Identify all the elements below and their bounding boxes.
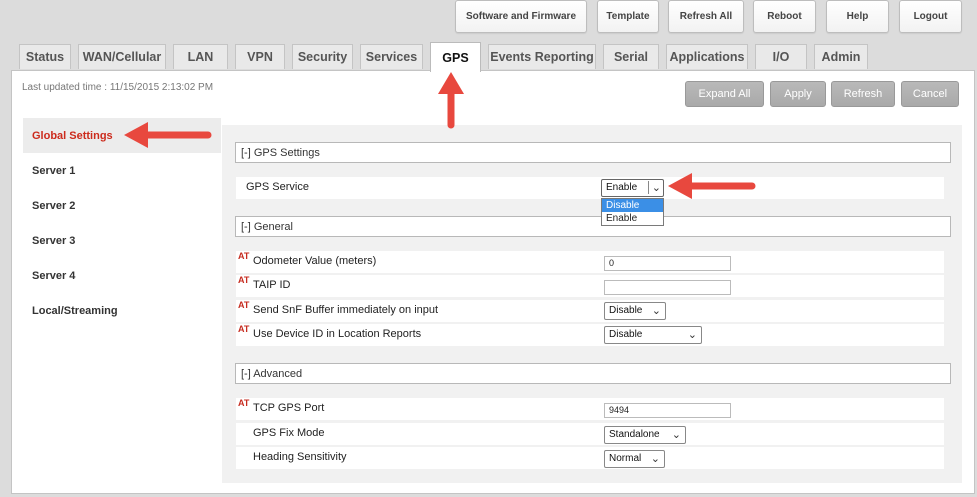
snf-buffer-label: Send SnF Buffer immediately on input [253,304,439,316]
fix-mode-label: GPS Fix Mode [253,427,325,439]
heading-select[interactable]: Normal ⌄ [604,450,665,468]
heading-value: Normal [609,453,642,464]
arrow-left-icon [668,173,756,199]
odometer-row: AT Odometer Value (meters) [236,251,944,273]
device-id-select[interactable]: Disable ⌄ [604,326,702,344]
tab-events-reporting[interactable]: Events Reporting [488,44,596,69]
at-marker: AT [238,300,250,310]
chevron-down-icon: ⌄ [687,329,697,341]
taip-id-label: TAIP ID [253,279,291,291]
refresh-button[interactable]: Refresh [831,81,895,107]
snf-buffer-select[interactable]: Disable ⌄ [604,302,666,320]
gps-service-value: Enable [606,182,638,193]
arrow-up-icon [438,72,464,129]
odometer-label: Odometer Value (meters) [253,255,377,267]
fix-mode-select[interactable]: Standalone ⌄ [604,426,686,444]
gps-service-label: GPS Service [246,181,309,193]
at-marker: AT [238,398,250,408]
heading-row: Heading Sensitivity [236,447,944,469]
dropdown-option-enable[interactable]: Enable [602,212,663,225]
chevron-down-icon: ⌄ [650,453,660,465]
template-button[interactable]: Template [597,0,659,33]
taip-id-input[interactable] [604,280,731,295]
last-updated-text: Last updated time : 11/15/2015 2:13:02 P… [22,82,214,93]
dropdown-option-disable[interactable]: Disable [602,199,663,212]
gps-service-dropdown: Disable Enable [601,198,664,226]
software-firmware-button[interactable]: Software and Firmware [455,0,587,33]
tcp-port-row: AT TCP GPS Port [236,398,944,420]
tab-io[interactable]: I/O [755,44,807,69]
gps-service-row: GPS Service [236,177,944,199]
tab-vpn[interactable]: VPN [235,44,285,69]
device-id-label: Use Device ID in Location Reports [253,328,422,340]
tcp-port-input[interactable]: 9494 [604,403,731,418]
sidebar-item-server-3[interactable]: Server 3 [23,223,221,258]
fix-mode-row: GPS Fix Mode [236,423,944,445]
cancel-button[interactable]: Cancel [901,81,959,107]
section-advanced[interactable]: [-] Advanced [235,363,951,384]
tab-security[interactable]: Security [292,44,353,69]
snf-buffer-row: AT Send SnF Buffer immediately on input [236,300,944,322]
tab-services[interactable]: Services [360,44,423,69]
logout-button[interactable]: Logout [899,0,962,33]
arrow-left-icon [124,122,212,148]
device-id-row: AT Use Device ID in Location Reports [236,324,944,346]
snf-buffer-value: Disable [609,305,643,316]
refresh-all-button[interactable]: Refresh All [668,0,744,33]
taip-id-row: AT TAIP ID [236,275,944,297]
chevron-down-icon: ⌄ [671,429,681,441]
tab-lan[interactable]: LAN [173,44,228,69]
odometer-input[interactable]: 0 [604,256,731,271]
sidebar-item-server-1[interactable]: Server 1 [23,153,221,188]
tab-applications[interactable]: Applications [666,44,748,69]
sidebar-item-local-streaming[interactable]: Local/Streaming [23,293,221,328]
chevron-down-icon: ⌄ [651,305,661,317]
help-button[interactable]: Help [826,0,889,33]
sidebar-item-server-2[interactable]: Server 2 [23,188,221,223]
tab-status[interactable]: Status [19,44,71,69]
device-id-value: Disable [609,329,643,340]
tab-wan-cellular[interactable]: WAN/Cellular [78,44,166,69]
tcp-port-label: TCP GPS Port [253,402,325,414]
sidebar-item-server-4[interactable]: Server 4 [23,258,221,293]
heading-label: Heading Sensitivity [253,451,347,463]
tab-admin[interactable]: Admin [814,44,868,69]
section-general[interactable]: [-] General [235,216,951,237]
reboot-button[interactable]: Reboot [753,0,816,33]
gps-service-select[interactable]: Enable ⌄ [601,179,664,197]
apply-button[interactable]: Apply [770,81,826,107]
at-marker: AT [238,275,250,285]
section-gps-settings[interactable]: [-] GPS Settings [235,142,951,163]
tab-gps[interactable]: GPS [430,42,481,72]
chevron-down-icon: ⌄ [647,181,661,194]
at-marker: AT [238,251,250,261]
expand-all-button[interactable]: Expand All [685,81,764,107]
fix-mode-value: Standalone [609,429,660,440]
at-marker: AT [238,324,250,334]
tab-serial[interactable]: Serial [603,44,659,69]
